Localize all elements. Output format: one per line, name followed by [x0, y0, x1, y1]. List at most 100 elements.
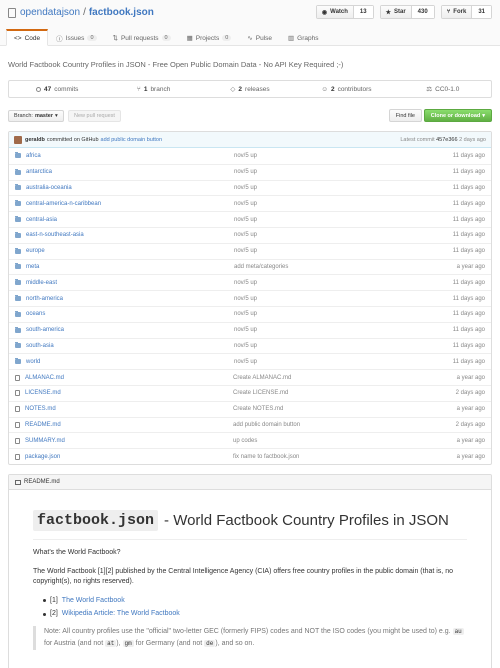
commit-sha[interactable]: 457e366 [436, 137, 457, 143]
branch-select[interactable]: Branch: master ▾ [8, 110, 64, 122]
table-row[interactable]: meta add meta/categories a year ago [9, 258, 491, 275]
file-name-link[interactable]: south-asia [26, 343, 234, 349]
table-row[interactable]: LICENSE.md Create LICENSE.md 2 days ago [9, 384, 491, 401]
file-name-link[interactable]: package.json [25, 454, 233, 460]
file-name-link[interactable]: NOTES.md [25, 406, 233, 412]
commit-author[interactable]: geraldb [25, 137, 45, 143]
avatar[interactable] [14, 135, 22, 144]
history-icon [35, 86, 41, 92]
file-name-link[interactable]: oceans [26, 311, 234, 317]
file-commit-message[interactable]: nov/5 up [234, 153, 394, 159]
file-commit-message[interactable]: nov/5 up [234, 201, 394, 207]
file-commit-message[interactable]: nov/5 up [234, 232, 394, 238]
table-row[interactable]: NOTES.md Create NOTES.md a year ago [9, 400, 491, 417]
tab-issues[interactable]: ⓘ Issues 0 [48, 29, 104, 46]
file-age: 2 days ago [455, 390, 485, 397]
file-commit-message[interactable]: nov/5 up [234, 169, 394, 175]
tab-projects[interactable]: ▦ Projects 0 [179, 29, 240, 46]
file-commit-message[interactable]: nov/5 up [234, 343, 394, 349]
contributors-count[interactable]: ☺ 2 contributors [298, 81, 394, 97]
file-name-link[interactable]: north-america [26, 296, 234, 302]
graph-icon: ▥ [288, 35, 295, 42]
folder-icon [15, 152, 21, 159]
file-name-link[interactable]: ALMANAC.md [25, 375, 233, 381]
tab-pull-requests[interactable]: ⇅ Pull requests 0 [105, 29, 179, 46]
branch-count[interactable]: ⑂ 1 branch [105, 81, 201, 97]
file-commit-message[interactable]: nov/5 up [234, 311, 394, 317]
file-name-link[interactable]: australia-oceania [26, 185, 234, 191]
file-name-link[interactable]: antarctica [26, 169, 234, 175]
table-row[interactable]: australia-oceania nov/5 up 11 days ago [9, 179, 491, 196]
table-row[interactable]: middle-east nov/5 up 11 days ago [9, 274, 491, 290]
file-commit-message[interactable]: nov/5 up [234, 296, 394, 302]
file-name-link[interactable]: africa [26, 153, 234, 159]
releases-count[interactable]: ◇ 2 releases [202, 81, 298, 97]
file-name-link[interactable]: world [26, 359, 234, 365]
table-row[interactable]: east-n-southeast-asia nov/5 up 11 days ago [9, 226, 491, 243]
file-name-link[interactable]: east-n-southeast-asia [26, 232, 234, 238]
file-name-link[interactable]: SUMMARY.md [25, 438, 233, 444]
tab-pulse[interactable]: ∿ Pulse [239, 29, 280, 46]
clone-download-button[interactable]: Clone or download ▾ [423, 109, 492, 122]
file-commit-message[interactable]: nov/5 up [234, 280, 394, 286]
file-commit-message[interactable]: nov/5 up [234, 327, 394, 333]
file-name-link[interactable]: south-america [26, 327, 234, 333]
table-row[interactable]: south-asia nov/5 up 11 days ago [9, 337, 491, 354]
file-commit-message[interactable]: nov/5 up [234, 217, 394, 223]
find-file-button[interactable]: Find file [388, 109, 422, 122]
file-commit-message[interactable]: up codes [233, 438, 393, 444]
file-commit-message[interactable]: nov/5 up [234, 185, 394, 191]
file-commit-message[interactable]: fix name to factbook.json [233, 454, 393, 460]
file-name-link[interactable]: README.md [25, 422, 233, 428]
commit-age: 2 days ago [459, 136, 486, 143]
file-commit-message[interactable]: Create LICENSE.md [233, 390, 393, 396]
table-row[interactable]: README.md add public domain button 2 days … [9, 416, 491, 433]
folder-icon [15, 358, 21, 365]
table-row[interactable]: north-america nov/5 up 11 days ago [9, 290, 491, 306]
file-commit-message[interactable]: add meta/categories [234, 264, 394, 270]
table-row[interactable]: central-asia nov/5 up 11 days ago [9, 211, 491, 227]
file-name-link[interactable]: meta [26, 264, 234, 270]
commit-message[interactable]: add public domain button [101, 137, 162, 143]
commits-count[interactable]: 47 commits [9, 81, 105, 97]
link-wikipedia[interactable]: Wikipedia Article: The World Factbook [62, 609, 180, 620]
fork-button[interactable]: ⑂ Fork 31 [440, 5, 492, 19]
tab-label: Pull requests [120, 34, 159, 42]
table-row[interactable]: oceans nov/5 up 11 days ago [9, 305, 491, 322]
tab-label: Projects [195, 34, 220, 42]
watch-button[interactable]: ◉ Watch 13 [315, 5, 374, 19]
file-name-link[interactable]: europe [26, 248, 234, 254]
folder-icon [15, 326, 21, 333]
tab-graphs[interactable]: ▥ Graphs [280, 29, 326, 46]
table-row[interactable]: africa nov/5 up 11 days ago [9, 148, 491, 164]
table-row[interactable]: SUMMARY.md up codes a year ago [9, 432, 491, 448]
watch-count[interactable]: 13 [353, 6, 373, 18]
file-name-link[interactable]: LICENSE.md [25, 390, 233, 396]
file-commit-message[interactable]: nov/5 up [234, 248, 394, 254]
file-age: a year ago [456, 453, 485, 460]
file-commit-message[interactable]: add public domain button [233, 422, 393, 428]
table-row[interactable]: europe nov/5 up 11 days ago [9, 242, 491, 259]
file-name-link[interactable]: central-america-n-caribbean [26, 201, 234, 207]
repo-owner-link[interactable]: opendatajson [20, 7, 80, 18]
license-link[interactable]: ⚖ CC0-1.0 [395, 81, 491, 97]
table-row[interactable]: world nov/5 up 11 days ago [9, 353, 491, 369]
tab-code[interactable]: <> Code [6, 29, 49, 46]
file-commit-message[interactable]: Create ALMANAC.md [233, 375, 393, 381]
intro-refs[interactable]: [1][2] [98, 568, 114, 575]
table-row[interactable]: antarctica nov/5 up 11 days ago [9, 163, 491, 180]
table-row[interactable]: ALMANAC.md Create ALMANAC.md a year ago [9, 369, 491, 385]
fork-count[interactable]: 31 [472, 6, 491, 18]
file-name-link[interactable]: central-asia [26, 217, 234, 223]
file-name-link[interactable]: middle-east [26, 280, 234, 286]
table-row[interactable]: south-america nov/5 up 11 days ago [9, 321, 491, 338]
file-commit-message[interactable]: nov/5 up [234, 359, 394, 365]
star-button[interactable]: ★ Star 430 [379, 5, 435, 19]
star-count[interactable]: 430 [411, 6, 434, 18]
new-pull-request-button[interactable]: New pull request [68, 110, 121, 122]
link-world-factbook[interactable]: The World Factbook [62, 596, 125, 607]
file-commit-message[interactable]: Create NOTES.md [233, 406, 393, 412]
repo-name-link[interactable]: factbook.json [89, 7, 154, 18]
table-row[interactable]: package.json fix name to factbook.json a y… [9, 448, 491, 464]
table-row[interactable]: central-america-n-caribbean nov/5 up 11 da… [9, 195, 491, 211]
